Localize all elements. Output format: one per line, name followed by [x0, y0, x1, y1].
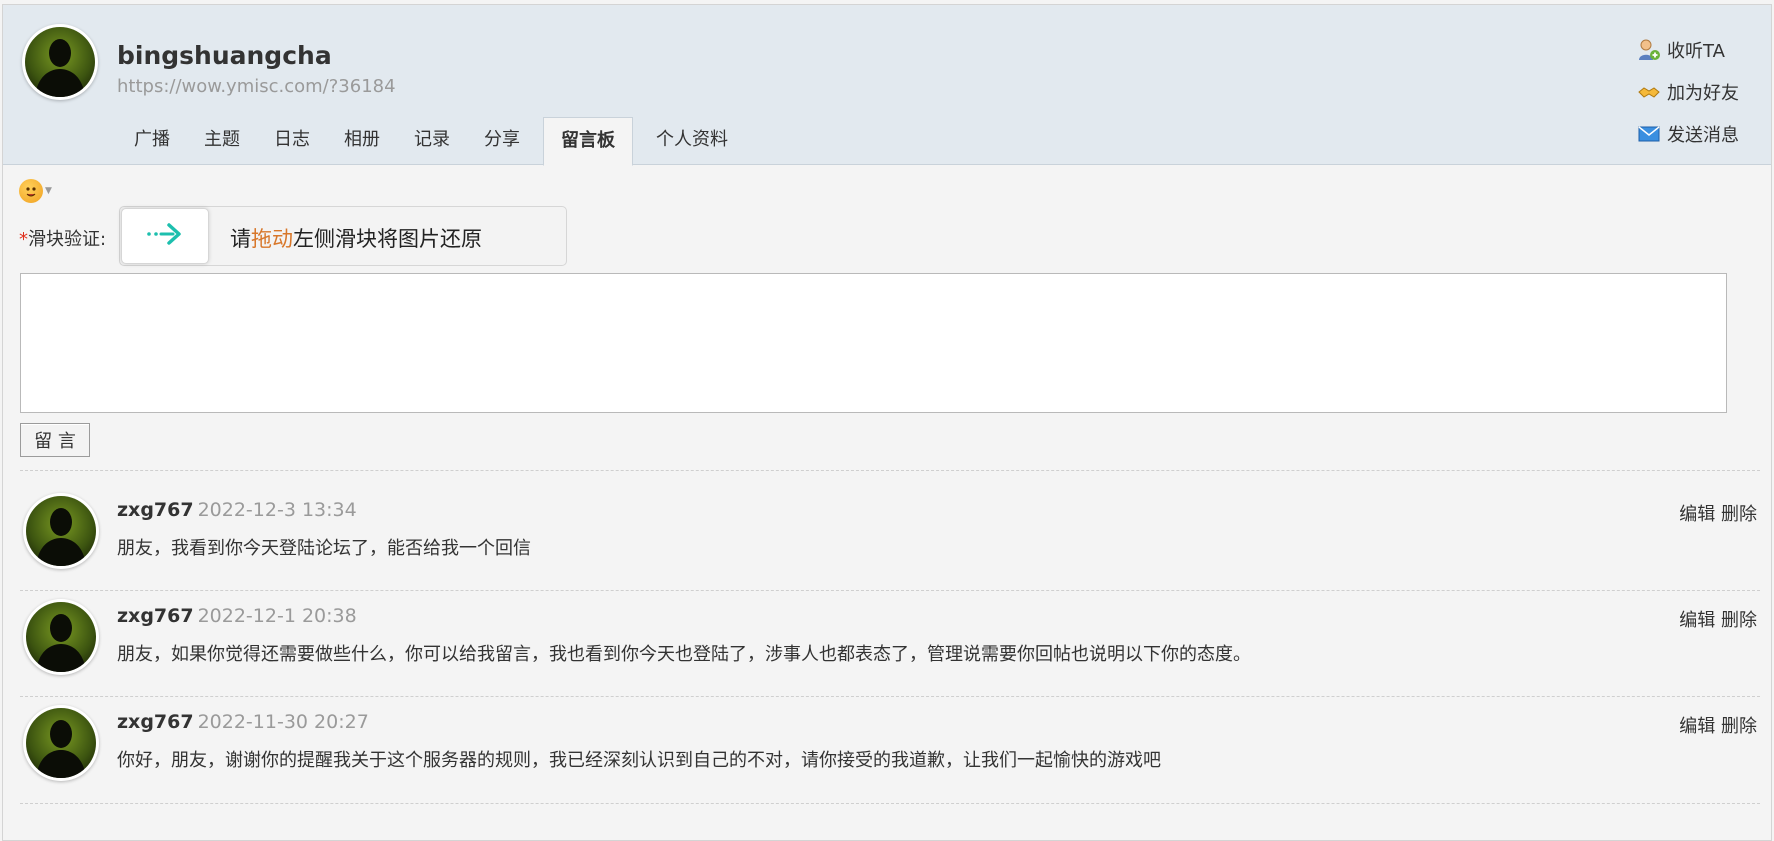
- delete-comment-button[interactable]: 删除: [1721, 504, 1757, 525]
- envelope-icon: [1637, 122, 1661, 146]
- send-message-label: 发送消息: [1667, 125, 1739, 146]
- tab-album[interactable]: 相册: [327, 117, 397, 165]
- comment-meta: zxg767 2022-12-1 20:38: [117, 605, 357, 627]
- follow-label: 收听TA: [1667, 41, 1725, 62]
- comment-item: zxg767 2022-11-30 20:27 编辑 删除 你好，朋友，谢谢你的提…: [3, 685, 1771, 790]
- captcha-text-highlight: 拖动: [251, 227, 293, 251]
- submit-message-button[interactable]: 留 言: [20, 423, 90, 457]
- comment-avatar[interactable]: [23, 493, 99, 569]
- comment-time: 2022-12-1 20:38: [197, 605, 357, 627]
- tab-blog[interactable]: 日志: [257, 117, 327, 165]
- comment-avatar[interactable]: [23, 705, 99, 781]
- comment-actions: 编辑 删除: [1679, 606, 1757, 632]
- comment-item: zxg767 2022-12-1 20:38 编辑 删除 朋友，如果你觉得还需要做…: [3, 579, 1771, 684]
- tab-records[interactable]: 记录: [397, 117, 467, 165]
- tab-profile-info[interactable]: 个人资料: [639, 117, 745, 165]
- profile-url[interactable]: https://wow.ymisc.com/?36184: [117, 76, 396, 97]
- add-friend-label: 加为好友: [1667, 83, 1739, 104]
- comment-item: zxg767 2022-12-3 13:34 编辑 删除 朋友，我看到你今天登陆论…: [3, 473, 1771, 578]
- comment-time: 2022-12-3 13:34: [197, 499, 357, 521]
- tab-broadcast[interactable]: 广播: [117, 117, 187, 165]
- edit-comment-button[interactable]: 编辑: [1679, 504, 1715, 525]
- profile-actions: 收听TA 加为好友 发送消息: [1637, 29, 1739, 155]
- comment-meta: zxg767 2022-12-3 13:34: [117, 499, 357, 521]
- required-mark: *: [19, 229, 28, 250]
- tab-topics[interactable]: 主题: [187, 117, 257, 165]
- emoji-picker-button[interactable]: ▼: [19, 177, 55, 205]
- comment-actions: 编辑 删除: [1679, 500, 1757, 526]
- chevron-down-icon: ▼: [45, 186, 52, 196]
- comment-meta: zxg767 2022-11-30 20:27: [117, 711, 369, 733]
- message-textarea[interactable]: [20, 273, 1727, 413]
- captcha-label: *滑块验证:: [19, 225, 106, 251]
- follow-user-icon: [1637, 38, 1661, 62]
- comment-avatar[interactable]: [23, 599, 99, 675]
- add-friend-button[interactable]: 加为好友: [1637, 71, 1739, 113]
- divider: [20, 803, 1760, 804]
- captcha-text-suffix: 左侧滑块将图片还原: [293, 227, 482, 251]
- edit-comment-button[interactable]: 编辑: [1679, 610, 1715, 631]
- delete-comment-button[interactable]: 删除: [1721, 716, 1757, 737]
- comment-text: 你好，朋友，谢谢你的提醒我关于这个服务器的规则，我已经深刻认识到自己的不对，请你…: [117, 750, 1161, 771]
- profile-header: bingshuangcha https://wow.ymisc.com/?361…: [3, 5, 1771, 166]
- divider: [20, 470, 1760, 471]
- captcha-label-text: 滑块验证:: [28, 229, 107, 250]
- follow-button[interactable]: 收听TA: [1637, 29, 1739, 71]
- delete-comment-button[interactable]: 删除: [1721, 610, 1757, 631]
- slider-captcha: 请拖动左侧滑块将图片还原: [119, 206, 567, 266]
- slider-captcha-handle[interactable]: [121, 208, 209, 264]
- tab-share[interactable]: 分享: [467, 117, 537, 165]
- profile-username[interactable]: bingshuangcha: [117, 41, 332, 70]
- emoji-smiley-icon: [19, 179, 43, 203]
- profile-tabs: 广播 主题 日志 相册 记录 分享 留言板 个人资料: [117, 117, 745, 166]
- edit-comment-button[interactable]: 编辑: [1679, 716, 1715, 737]
- profile-avatar[interactable]: [22, 24, 98, 100]
- handshake-icon: [1637, 80, 1661, 104]
- comment-actions: 编辑 删除: [1679, 712, 1757, 738]
- captcha-text-prefix: 请: [230, 227, 251, 251]
- comment-time: 2022-11-30 20:27: [197, 711, 369, 733]
- comment-author[interactable]: zxg767: [117, 711, 194, 733]
- comment-author[interactable]: zxg767: [117, 605, 194, 627]
- page-frame: bingshuangcha https://wow.ymisc.com/?361…: [2, 4, 1772, 841]
- tab-guestbook[interactable]: 留言板: [543, 117, 633, 166]
- slider-arrow-icon: [143, 220, 187, 252]
- comment-author[interactable]: zxg767: [117, 499, 194, 521]
- comment-text: 朋友，我看到你今天登陆论坛了，能否给我一个回信: [117, 538, 531, 559]
- send-message-button[interactable]: 发送消息: [1637, 113, 1739, 155]
- comment-text: 朋友，如果你觉得还需要做些什么，你可以给我留言，我也看到你今天也登陆了，涉事人也…: [117, 644, 1251, 665]
- captcha-instruction: 请拖动左侧滑块将图片还原: [230, 223, 482, 253]
